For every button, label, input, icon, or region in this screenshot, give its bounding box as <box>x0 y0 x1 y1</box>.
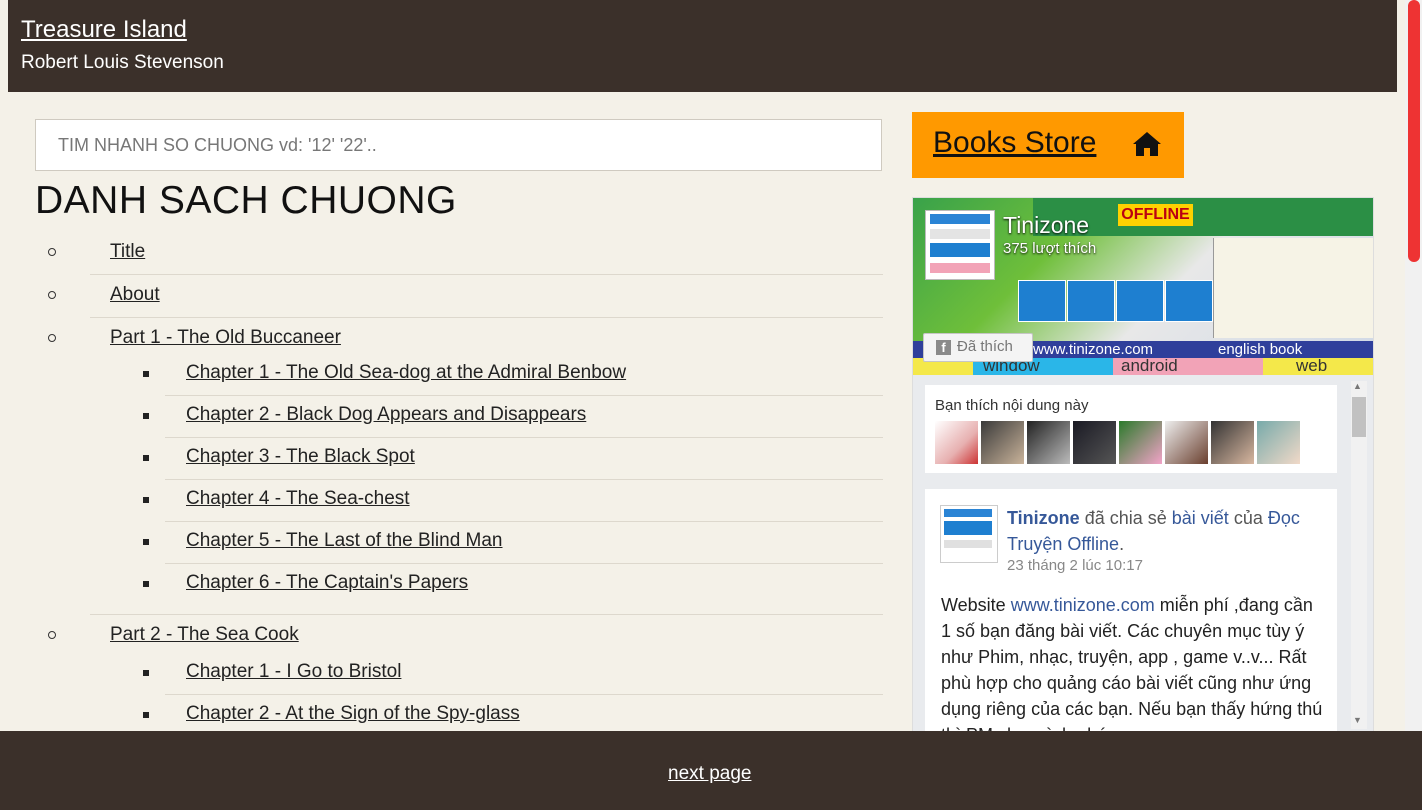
fb-feed: Bạn thích nội dung này Tinizone đã chia … <box>913 375 1373 732</box>
avatar[interactable] <box>981 421 1024 464</box>
cover-tile <box>1067 280 1115 322</box>
toc-part-1: Part 1 - The Old Buccaneer Chapter 1 - T… <box>48 318 883 615</box>
toc-item-title: Title <box>48 232 883 275</box>
toc-link-part-2[interactable]: Part 2 - The Sea Cook <box>110 624 299 646</box>
toc-link-about[interactable]: About <box>110 284 160 306</box>
square-bullet-icon <box>143 371 149 377</box>
cover-text: english book <box>1218 341 1303 358</box>
next-page-link[interactable]: next page <box>668 763 751 785</box>
fb-cover-image[interactable]: OFFLINE www.tinizone.com english book wi… <box>913 198 1373 375</box>
chapter-link[interactable]: Chapter 5 - The Last of the Blind Man <box>186 530 503 552</box>
fb-post: Tinizone đã chia sẻ bài viết của Đọc Tru… <box>925 489 1337 732</box>
feed-scroll-thumb[interactable] <box>1352 397 1366 437</box>
chapter-item: Chapter 5 - The Last of the Blind Man <box>143 522 883 564</box>
post-shared-text: đã chia sẻ <box>1084 508 1167 528</box>
avatar[interactable] <box>1119 421 1162 464</box>
site-header: Treasure Island Robert Louis Stevenson <box>8 0 1397 92</box>
chapter-item: Chapter 1 - The Old Sea-dog at the Admir… <box>143 354 883 396</box>
post-timestamp[interactable]: 23 tháng 2 lúc 10:17 <box>1007 557 1143 574</box>
toc-link-title[interactable]: Title <box>110 241 145 263</box>
avatar[interactable] <box>1257 421 1300 464</box>
cover-tile <box>1165 280 1213 322</box>
scroll-up-icon[interactable]: ▲ <box>1353 381 1362 391</box>
book-title-link[interactable]: Treasure Island <box>21 16 187 44</box>
circle-bullet-icon <box>48 291 56 299</box>
cover-text: web <box>1296 356 1328 375</box>
post-header: Tinizone đã chia sẻ bài viết của Đọc Tru… <box>1007 505 1327 557</box>
avatar[interactable] <box>1211 421 1254 464</box>
post-body: Website www.tinizone.com miễn phí ,đang … <box>941 592 1325 732</box>
chapter-item: Chapter 3 - The Black Spot <box>143 438 883 480</box>
chapter-link[interactable]: Chapter 2 - Black Dog Appears and Disapp… <box>186 404 586 426</box>
cover-tile <box>1018 280 1066 322</box>
facebook-page-widget: OFFLINE www.tinizone.com english book wi… <box>912 197 1374 733</box>
chapter-link[interactable]: Chapter 1 - The Old Sea-dog at the Admir… <box>186 362 626 384</box>
chapter-item: Chapter 2 - Black Dog Appears and Disapp… <box>143 396 883 438</box>
circle-bullet-icon <box>48 334 56 342</box>
post-body-prefix: Website <box>941 595 1011 615</box>
avatar[interactable] <box>1165 421 1208 464</box>
post-body-text: miễn phí ,đang cần 1 số bạn đăng bài viế… <box>941 595 1323 732</box>
circle-bullet-icon <box>48 631 56 639</box>
scroll-down-icon[interactable]: ▼ <box>1353 715 1362 725</box>
facebook-icon: f <box>936 340 951 355</box>
chapter-list-heading: DANH SACH CHUONG <box>35 179 457 222</box>
book-author: Robert Louis Stevenson <box>21 52 224 73</box>
post-body-link[interactable]: www.tinizone.com <box>1011 595 1155 615</box>
site-footer: next page <box>0 731 1422 810</box>
fb-liked-label: Đã thích <box>957 338 1013 355</box>
books-store-button[interactable]: Books Store <box>912 112 1184 178</box>
toc-link-part-1[interactable]: Part 1 - The Old Buccaneer <box>110 327 341 349</box>
post-dot: . <box>1119 534 1125 554</box>
home-icon <box>1133 132 1161 156</box>
avatar[interactable] <box>1073 421 1116 464</box>
square-bullet-icon <box>143 497 149 503</box>
post-author-link[interactable]: Tinizone <box>1007 508 1080 528</box>
post-link[interactable]: bài viết <box>1172 508 1229 528</box>
square-bullet-icon <box>143 455 149 461</box>
fb-liked-button[interactable]: f Đã thích <box>923 333 1033 362</box>
page-logo[interactable] <box>925 210 995 280</box>
friends-like-box: Bạn thích nội dung này <box>925 385 1337 473</box>
chapter-link[interactable]: Chapter 1 - I Go to Bristol <box>186 661 401 683</box>
chapter-link[interactable]: Chapter 3 - The Black Spot <box>186 446 415 468</box>
square-bullet-icon <box>143 413 149 419</box>
post-author-logo[interactable] <box>940 505 998 563</box>
cover-screenshot <box>1213 238 1373 338</box>
chapter-item: Chapter 6 - The Captain's Papers <box>143 564 883 614</box>
cover-text: android <box>1121 356 1178 375</box>
post-of-text: của <box>1233 508 1263 528</box>
avatar[interactable] <box>1027 421 1070 464</box>
avatar[interactable] <box>935 421 978 464</box>
circle-bullet-icon <box>48 248 56 256</box>
chapter-link[interactable]: Chapter 6 - The Captain's Papers <box>186 572 468 594</box>
window-scroll-thumb[interactable] <box>1408 0 1420 262</box>
books-store-link[interactable]: Books Store <box>933 126 1096 160</box>
chapter-item: Chapter 4 - The Sea-chest <box>143 480 883 522</box>
square-bullet-icon <box>143 670 149 676</box>
chapter-search-input[interactable] <box>35 119 882 171</box>
chapter-item: Chapter 1 - I Go to Bristol <box>143 653 883 695</box>
chapter-link[interactable]: Chapter 2 - At the Sign of the Spy-glass <box>186 703 520 725</box>
square-bullet-icon <box>143 581 149 587</box>
fb-page-name[interactable]: Tinizone <box>1003 212 1089 239</box>
toc-item-about: About <box>48 275 883 318</box>
fb-page-likes: 375 lượt thích <box>1003 240 1097 257</box>
chapter-list: Title About Part 1 - The Old Buccaneer C… <box>35 232 883 737</box>
cover-tile <box>1116 280 1164 322</box>
square-bullet-icon <box>143 539 149 545</box>
chapter-link[interactable]: Chapter 4 - The Sea-chest <box>186 488 410 510</box>
toc-part-2: Part 2 - The Sea Cook Chapter 1 - I Go t… <box>48 615 883 737</box>
friends-like-label: Bạn thích nội dung này <box>935 397 1089 414</box>
square-bullet-icon <box>143 712 149 718</box>
cover-offline-badge: OFFLINE <box>1118 204 1193 226</box>
